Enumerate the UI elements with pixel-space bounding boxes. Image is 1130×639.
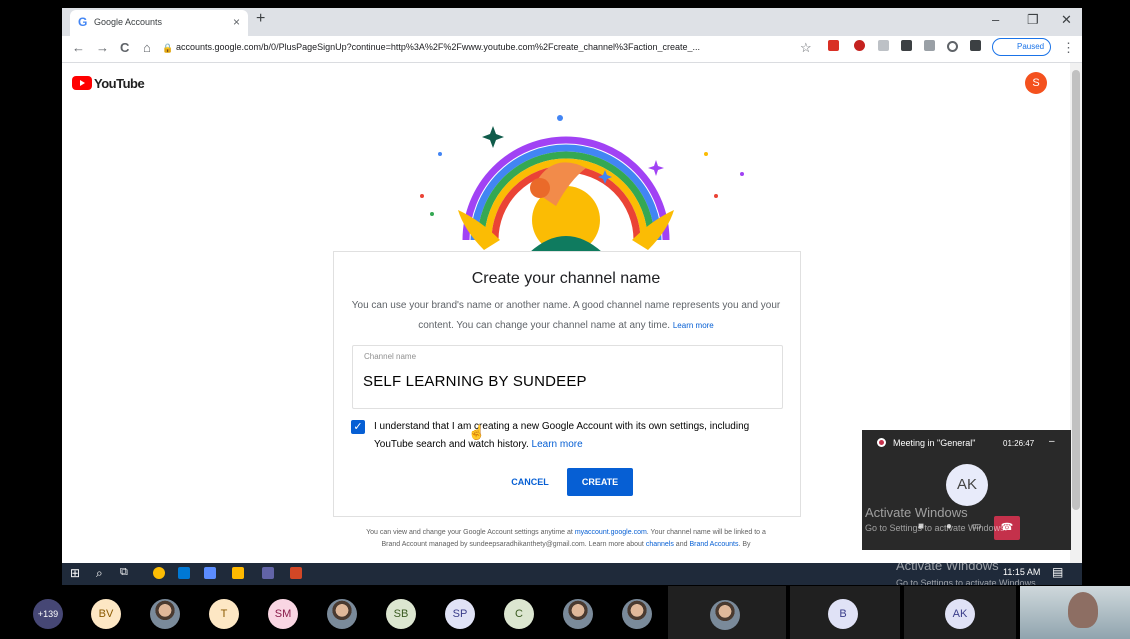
puzzle-extensions-icon[interactable] <box>970 40 981 51</box>
minimize-button[interactable]: – <box>992 12 999 27</box>
meeting-avatar: AK <box>946 464 988 506</box>
profile-paused-button[interactable]: Paused <box>992 38 1052 56</box>
restore-button[interactable]: ❐ <box>1027 12 1039 28</box>
extension-icon[interactable] <box>854 40 865 51</box>
participant-avatar[interactable]: T <box>209 599 239 629</box>
meeting-timer: 01:26:47 <box>1003 439 1035 448</box>
participant-photo[interactable] <box>622 599 652 629</box>
windows-start-icon[interactable]: ⊞ <box>70 566 80 580</box>
dialog-description: You can use your brand's name or another… <box>350 296 782 336</box>
back-icon[interactable]: ← <box>72 40 85 55</box>
participant-photo[interactable] <box>327 599 357 629</box>
download-extension-icon[interactable] <box>878 40 889 51</box>
meeting-minimize-button[interactable]: – <box>1049 436 1055 447</box>
home-icon[interactable]: ⌂ <box>143 40 151 55</box>
google-favicon-icon: G <box>78 15 88 29</box>
learn-more-link[interactable]: Learn more <box>673 321 714 330</box>
extension-icon[interactable] <box>947 41 958 52</box>
footer-text: and <box>675 541 688 548</box>
participant-avatar: B <box>828 599 858 629</box>
notification-icon[interactable]: ▤ <box>1052 565 1063 579</box>
participant-avatar: AK <box>945 599 975 629</box>
url-field[interactable]: accounts.google.com/b/0/PlusPageSignUp?c… <box>176 42 792 52</box>
browser-menu-icon[interactable]: ⋮ <box>1062 40 1075 56</box>
close-window-button[interactable]: ✕ <box>1061 12 1072 28</box>
channel-name-input[interactable]: SELF LEARNING BY SUNDEEP <box>363 373 587 390</box>
search-icon[interactable]: ⌕ <box>96 566 103 581</box>
meeting-title: Meeting in "General" <box>893 438 976 448</box>
new-tab-button[interactable]: + <box>256 10 265 28</box>
store-icon[interactable] <box>178 567 190 579</box>
participant-photo[interactable] <box>150 599 180 629</box>
powerpoint-icon[interactable] <box>290 567 302 579</box>
activate-windows-subtext: Go to Settings to activate Windows. <box>865 523 1008 533</box>
lock-icon: 🔒 <box>162 43 174 53</box>
channels-link[interactable]: channels <box>646 541 674 548</box>
youtube-logo-icon[interactable] <box>72 76 92 90</box>
cancel-button[interactable]: CANCEL <box>500 470 560 494</box>
tab-title: Google Accounts <box>94 17 163 27</box>
youtube-logo-text[interactable]: YouTube <box>94 76 145 91</box>
understand-checkbox[interactable]: ✓ <box>351 420 365 434</box>
extension-icon[interactable] <box>924 40 935 51</box>
hand-cursor-icon: ☝ <box>468 424 486 440</box>
participant-avatar[interactable]: SB <box>386 599 416 629</box>
browser-tab[interactable]: G Google Accounts × <box>70 10 248 36</box>
footer-text: You can view and change your Google Acco… <box>366 529 573 536</box>
teams-icon[interactable] <box>262 567 274 579</box>
participant-avatar[interactable]: C <box>504 599 534 629</box>
dialog-description-text: You can use your brand's name or another… <box>351 300 781 331</box>
myaccount-link[interactable]: myaccount.google.com <box>575 529 647 536</box>
participant-avatar[interactable]: BV <box>91 599 121 629</box>
chrome-icon[interactable] <box>153 567 165 579</box>
channel-name-label: Channel name <box>364 352 417 361</box>
checkbox-label: I understand that I am creating a new Go… <box>374 418 774 454</box>
participant-avatar[interactable]: SP <box>445 599 475 629</box>
bookmark-star-icon[interactable]: ☆ <box>800 40 812 56</box>
participant-avatar[interactable]: SM <box>268 599 298 629</box>
account-avatar[interactable]: S <box>1025 72 1047 94</box>
tab-close-icon[interactable]: × <box>233 15 240 29</box>
brand-accounts-link[interactable]: Brand Accounts <box>689 541 738 548</box>
footer-text: . By <box>738 541 751 548</box>
participant-photo[interactable] <box>563 599 593 629</box>
checkbox-learn-more-link[interactable]: Learn more <box>532 439 583 450</box>
channel-illustration <box>420 115 744 252</box>
scrollbar-thumb[interactable] <box>1072 70 1080 510</box>
create-button[interactable]: CREATE <box>567 468 633 496</box>
self-video-person <box>1068 592 1098 628</box>
extension-icon[interactable] <box>901 40 912 51</box>
task-view-icon[interactable]: ⧉ <box>120 566 128 579</box>
activate-windows-watermark: Activate Windows <box>865 505 968 520</box>
clock[interactable]: 11:15 AM <box>1003 567 1040 577</box>
file-explorer-icon[interactable] <box>232 567 244 579</box>
participant-photo <box>710 600 740 630</box>
reload-icon[interactable]: C <box>120 40 129 55</box>
dialog-title: Create your channel name <box>471 270 661 287</box>
extension-icon[interactable] <box>828 40 839 51</box>
overflow-participants-count[interactable]: +139 <box>33 599 63 629</box>
app-icon[interactable] <box>204 567 216 579</box>
recording-icon <box>877 438 886 447</box>
forward-icon[interactable]: → <box>96 40 109 55</box>
footer-notice: You can view and change your Google Acco… <box>360 527 772 551</box>
activate-windows-watermark: Activate Windows <box>896 558 999 573</box>
